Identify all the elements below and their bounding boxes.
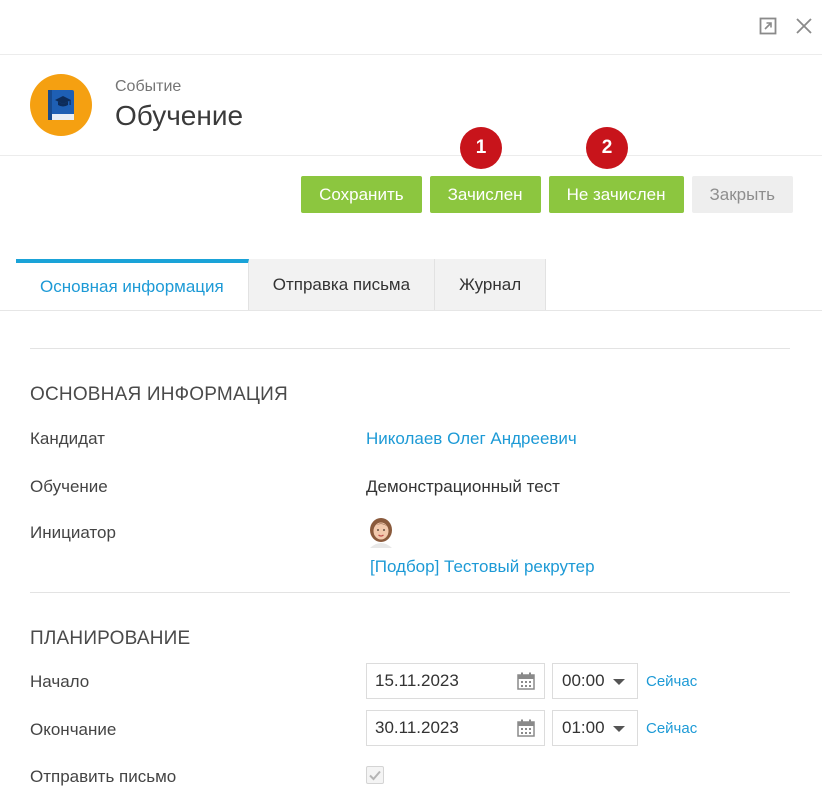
candidate-label: Кандидат (30, 429, 105, 448)
end-now-link[interactable]: Сейчас (646, 720, 697, 737)
start-date-input[interactable]: 15.11.2023 (366, 663, 545, 699)
start-date-value: 15.11.2023 (375, 671, 459, 690)
start-now-link[interactable]: Сейчас (646, 673, 697, 690)
close-icon[interactable] (794, 16, 814, 36)
section-title-main-info: ОСНОВНАЯ ИНФОРМАЦИЯ (30, 384, 288, 405)
callout-badge-2: 2 (586, 127, 628, 169)
toolbar: Сохранить Зачислен Не зачислен Закрыть (301, 176, 793, 213)
initiator-avatar (366, 516, 396, 548)
initiator-label: Инициатор (30, 523, 116, 542)
calendar-icon[interactable] (517, 672, 535, 690)
initiator-link[interactable]: [Подбор] Тестовый рекрутер (370, 557, 595, 577)
tab-main-info[interactable]: Основная информация (16, 259, 249, 311)
end-date-input[interactable]: 30.11.2023 (366, 710, 545, 746)
book-graduation-icon (48, 90, 74, 120)
training-label: Обучение (30, 477, 108, 496)
close-button[interactable]: Закрыть (691, 176, 793, 213)
start-time-value: 00:00 (562, 671, 605, 690)
page-title: Обучение (115, 100, 244, 131)
event-avatar (30, 74, 92, 136)
training-value: Демонстрационный тест (366, 477, 560, 496)
tab-journal[interactable]: Журнал (435, 259, 547, 311)
save-button[interactable]: Сохранить (301, 176, 422, 213)
checkmark-icon (369, 770, 381, 781)
chevron-down-icon (613, 726, 625, 732)
end-label: Окончание (30, 720, 117, 739)
send-letter-label: Отправить письмо (30, 767, 177, 786)
divider (0, 54, 822, 55)
start-label: Начало (30, 672, 90, 691)
entity-type: Событие (115, 78, 182, 95)
end-time-select[interactable]: 01:00 (552, 710, 638, 746)
divider (30, 592, 790, 593)
send-letter-checkbox[interactable] (366, 766, 384, 784)
card-header: Событие Обучение (30, 74, 243, 136)
callout-badge-1: 1 (460, 127, 502, 169)
calendar-icon[interactable] (517, 719, 535, 737)
tab-bar: Основная информация Отправка письма Журн… (16, 259, 547, 311)
end-time-value: 01:00 (562, 718, 605, 737)
tab-send-letter[interactable]: Отправка письма (248, 259, 436, 311)
section-title-planning: ПЛАНИРОВАНИЕ (30, 628, 191, 649)
window-controls (758, 16, 814, 36)
divider (0, 155, 822, 156)
end-date-value: 30.11.2023 (375, 718, 459, 737)
divider (0, 310, 822, 311)
divider (30, 348, 790, 349)
candidate-link[interactable]: Николаев Олег Андреевич (366, 429, 577, 449)
not-enrolled-button[interactable]: Не зачислен (548, 176, 684, 213)
start-time-select[interactable]: 00:00 (552, 663, 638, 699)
expand-icon[interactable] (758, 16, 778, 36)
enrolled-button[interactable]: Зачислен (429, 176, 541, 213)
chevron-down-icon (613, 679, 625, 685)
